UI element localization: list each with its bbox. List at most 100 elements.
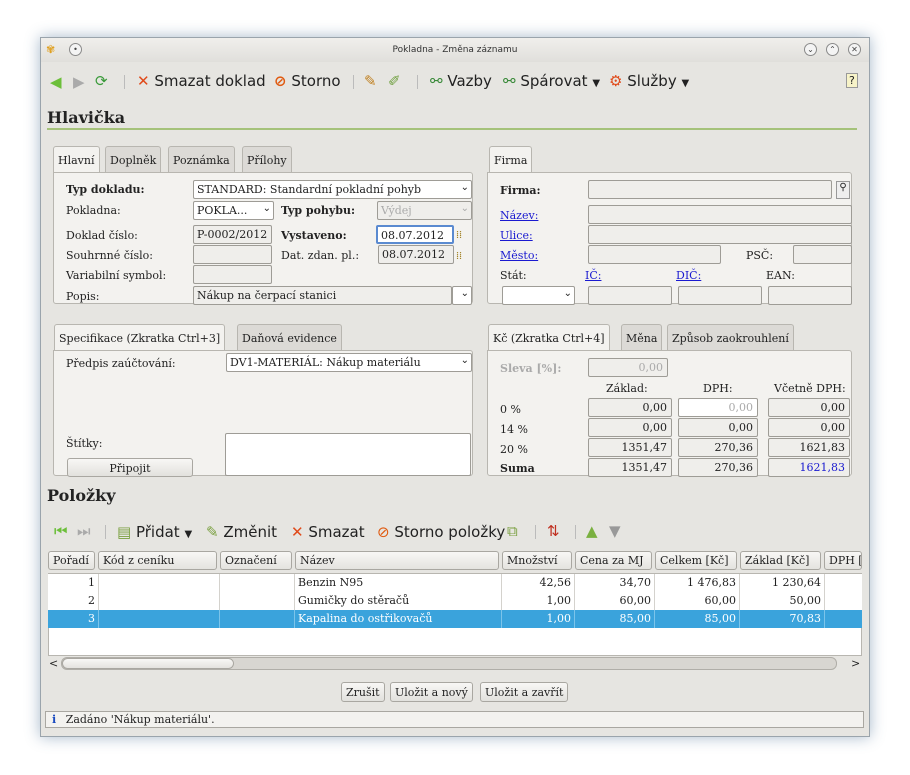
col-kod[interactable]: Kód z ceníku bbox=[98, 551, 217, 570]
popis-dropdown[interactable]: ⌄ bbox=[452, 286, 472, 305]
delete-document-button[interactable]: ✕ Smazat doklad bbox=[137, 72, 266, 90]
dic-link[interactable]: DIČ: bbox=[676, 269, 701, 282]
help-icon[interactable]: ? bbox=[846, 73, 858, 88]
col-nazev[interactable]: Název bbox=[295, 551, 499, 570]
tab-prilohy[interactable]: Přílohy bbox=[242, 146, 292, 172]
close-button[interactable]: ✕ bbox=[848, 43, 861, 56]
scrollbar-thumb[interactable] bbox=[62, 658, 234, 669]
suma-zaklad: 1351,47 bbox=[588, 458, 672, 477]
variabilni-symbol-label: Variabilní symbol: bbox=[66, 269, 167, 282]
last-icon[interactable]: ⏭ bbox=[77, 522, 91, 540]
save-close-button[interactable]: Uložit a zavřít bbox=[480, 682, 569, 702]
first-icon[interactable]: ⏮ bbox=[54, 522, 68, 540]
tab-doplnek[interactable]: Doplněk bbox=[105, 146, 162, 172]
sparovat-button[interactable]: ⚯ Spárovat ▼ bbox=[503, 72, 600, 90]
title-bar: ✾ • Pokladna - Změna záznamu ⌄ ⌃ ✕ bbox=[41, 38, 869, 62]
pair-icon: ⚯ bbox=[503, 72, 516, 90]
move-down-icon[interactable]: ▼ bbox=[609, 522, 621, 540]
sleva-field[interactable]: 0,00 bbox=[588, 358, 668, 377]
cancel-button[interactable]: Zrušit bbox=[341, 682, 385, 702]
tab-firma[interactable]: Firma bbox=[489, 146, 533, 172]
chevron-down-icon: ▼ bbox=[592, 78, 601, 89]
vat-row-label: 20 % bbox=[500, 443, 528, 456]
items-section-title: Položky bbox=[47, 486, 116, 505]
nazev-field[interactable] bbox=[588, 205, 852, 224]
save-new-button[interactable]: Uložit a nový bbox=[390, 682, 473, 702]
psc-label: PSČ: bbox=[746, 249, 774, 262]
stat-select[interactable]: ⌄ bbox=[502, 286, 575, 305]
sluzby-button[interactable]: ⚙ Služby ▼ bbox=[609, 72, 689, 90]
col-cena[interactable]: Cena za MJ bbox=[575, 551, 652, 570]
vazby-button[interactable]: ⚯ Vazby bbox=[430, 72, 492, 90]
tab-kc[interactable]: Kč (Zkratka Ctrl+4] bbox=[488, 324, 610, 350]
edit-item-button[interactable]: ✎ Změnit bbox=[206, 523, 277, 541]
tool-icon-1[interactable]: ✎ bbox=[364, 72, 377, 90]
copy-icon[interactable]: ⧉ bbox=[507, 522, 518, 540]
tab-specifikace[interactable]: Specifikace (Zkratka Ctrl+3] bbox=[54, 324, 226, 350]
vat-dph: 270,36 bbox=[678, 438, 758, 457]
popis-field[interactable]: Nákup na čerpací stanici bbox=[193, 286, 452, 305]
maximize-button[interactable]: ⌃ bbox=[826, 43, 839, 56]
col-poradi[interactable]: Pořadí bbox=[48, 551, 95, 570]
calendar-icon[interactable]: ⁞⁞ bbox=[456, 228, 462, 241]
link-icon: ⚯ bbox=[430, 72, 443, 90]
col-zaklad[interactable]: Základ [Kč] bbox=[740, 551, 821, 570]
tab-danova-evidence[interactable]: Daňová evidence bbox=[237, 324, 342, 350]
typ-pohybu-select[interactable]: Výdej ⌄ bbox=[377, 201, 472, 220]
vat-dph[interactable]: 0,00 bbox=[678, 398, 758, 417]
dat-zdan-field[interactable]: 08.07.2012 bbox=[378, 245, 454, 264]
vystaveno-field[interactable]: 08.07.2012 bbox=[376, 225, 454, 244]
col-oznaceni[interactable]: Označení bbox=[220, 551, 292, 570]
table-row[interactable]: 2 Gumičky do stěračů 1,00 60,00 60,00 50… bbox=[48, 592, 862, 610]
typ-dokladu-select[interactable]: STANDARD: Standardní pokladní pohyb ⌄ bbox=[193, 180, 472, 199]
mesto-field[interactable] bbox=[588, 245, 721, 264]
ulice-field[interactable] bbox=[588, 225, 852, 244]
table-row-selected[interactable]: 3 Kapalina do ostřikovačů 1,00 85,00 85,… bbox=[48, 610, 862, 628]
ic-field[interactable] bbox=[588, 286, 672, 305]
add-item-button[interactable]: ▤ Přidat ▼ bbox=[117, 523, 192, 541]
nazev-link[interactable]: Název: bbox=[500, 209, 538, 222]
tab-hlavni[interactable]: Hlavní bbox=[53, 146, 100, 172]
move-up-icon[interactable]: ▲ bbox=[586, 522, 598, 540]
calendar-icon[interactable]: ⁞⁞ bbox=[456, 249, 462, 262]
predpis-select[interactable]: DV1-MATERIÁL: Nákup materiálu ⌄ bbox=[226, 353, 472, 372]
storno-button[interactable]: ⊘ Storno bbox=[274, 72, 341, 90]
tab-mena[interactable]: Měna bbox=[621, 324, 663, 350]
pripojit-button[interactable]: Připojit bbox=[67, 458, 193, 477]
sort-icon[interactable]: ⇅ bbox=[547, 522, 560, 540]
suma-label: Suma bbox=[500, 462, 535, 475]
col-celkem[interactable]: Celkem [Kč] bbox=[655, 551, 737, 570]
edit-icon: ✎ bbox=[206, 523, 219, 541]
souhrnne-cislo-field[interactable] bbox=[193, 245, 272, 264]
stitky-field[interactable] bbox=[225, 433, 471, 476]
pokladna-label: Pokladna: bbox=[66, 204, 121, 217]
pokladna-select[interactable]: POKLA... ⌄ bbox=[193, 201, 274, 220]
tab-poznamka[interactable]: Poznámka bbox=[168, 146, 235, 172]
suma-dph: 270,36 bbox=[678, 458, 758, 477]
refresh-icon[interactable]: ⟳ bbox=[95, 72, 108, 90]
search-icon[interactable]: ⚲ bbox=[836, 181, 850, 199]
col-mnozstvi[interactable]: Množství bbox=[502, 551, 572, 570]
table-row[interactable]: 1 Benzin N95 42,56 34,70 1 476,83 1 230,… bbox=[48, 574, 862, 592]
delete-item-button[interactable]: ✕ Smazat bbox=[291, 523, 365, 541]
suma-celkem: 1621,83 bbox=[768, 458, 850, 477]
firma-field[interactable] bbox=[588, 180, 832, 199]
scroll-left-icon[interactable]: < bbox=[49, 657, 58, 670]
doklad-cislo-label: Doklad číslo: bbox=[66, 229, 138, 242]
dic-field[interactable] bbox=[678, 286, 762, 305]
minimize-button[interactable]: ⌄ bbox=[804, 43, 817, 56]
tool-icon-2[interactable]: ✐ bbox=[388, 72, 401, 90]
scroll-right-icon[interactable]: > bbox=[851, 657, 860, 670]
ulice-link[interactable]: Ulice: bbox=[500, 229, 533, 242]
tab-zaokrouhleni[interactable]: Způsob zaokrouhlení bbox=[667, 324, 794, 350]
ean-field[interactable] bbox=[768, 286, 852, 305]
forward-arrow-icon[interactable]: ▶ bbox=[73, 73, 85, 91]
storno-item-button[interactable]: ⊘ Storno položky bbox=[377, 523, 505, 541]
ic-link[interactable]: IČ: bbox=[585, 269, 601, 282]
col-dph[interactable]: DPH [ bbox=[824, 551, 862, 570]
back-arrow-icon[interactable]: ◀ bbox=[50, 73, 62, 91]
mesto-link[interactable]: Město: bbox=[500, 249, 538, 262]
variabilni-symbol-field[interactable] bbox=[193, 265, 272, 284]
doklad-cislo-field[interactable]: P-0002/2012 bbox=[193, 225, 272, 244]
psc-field[interactable] bbox=[793, 245, 852, 264]
